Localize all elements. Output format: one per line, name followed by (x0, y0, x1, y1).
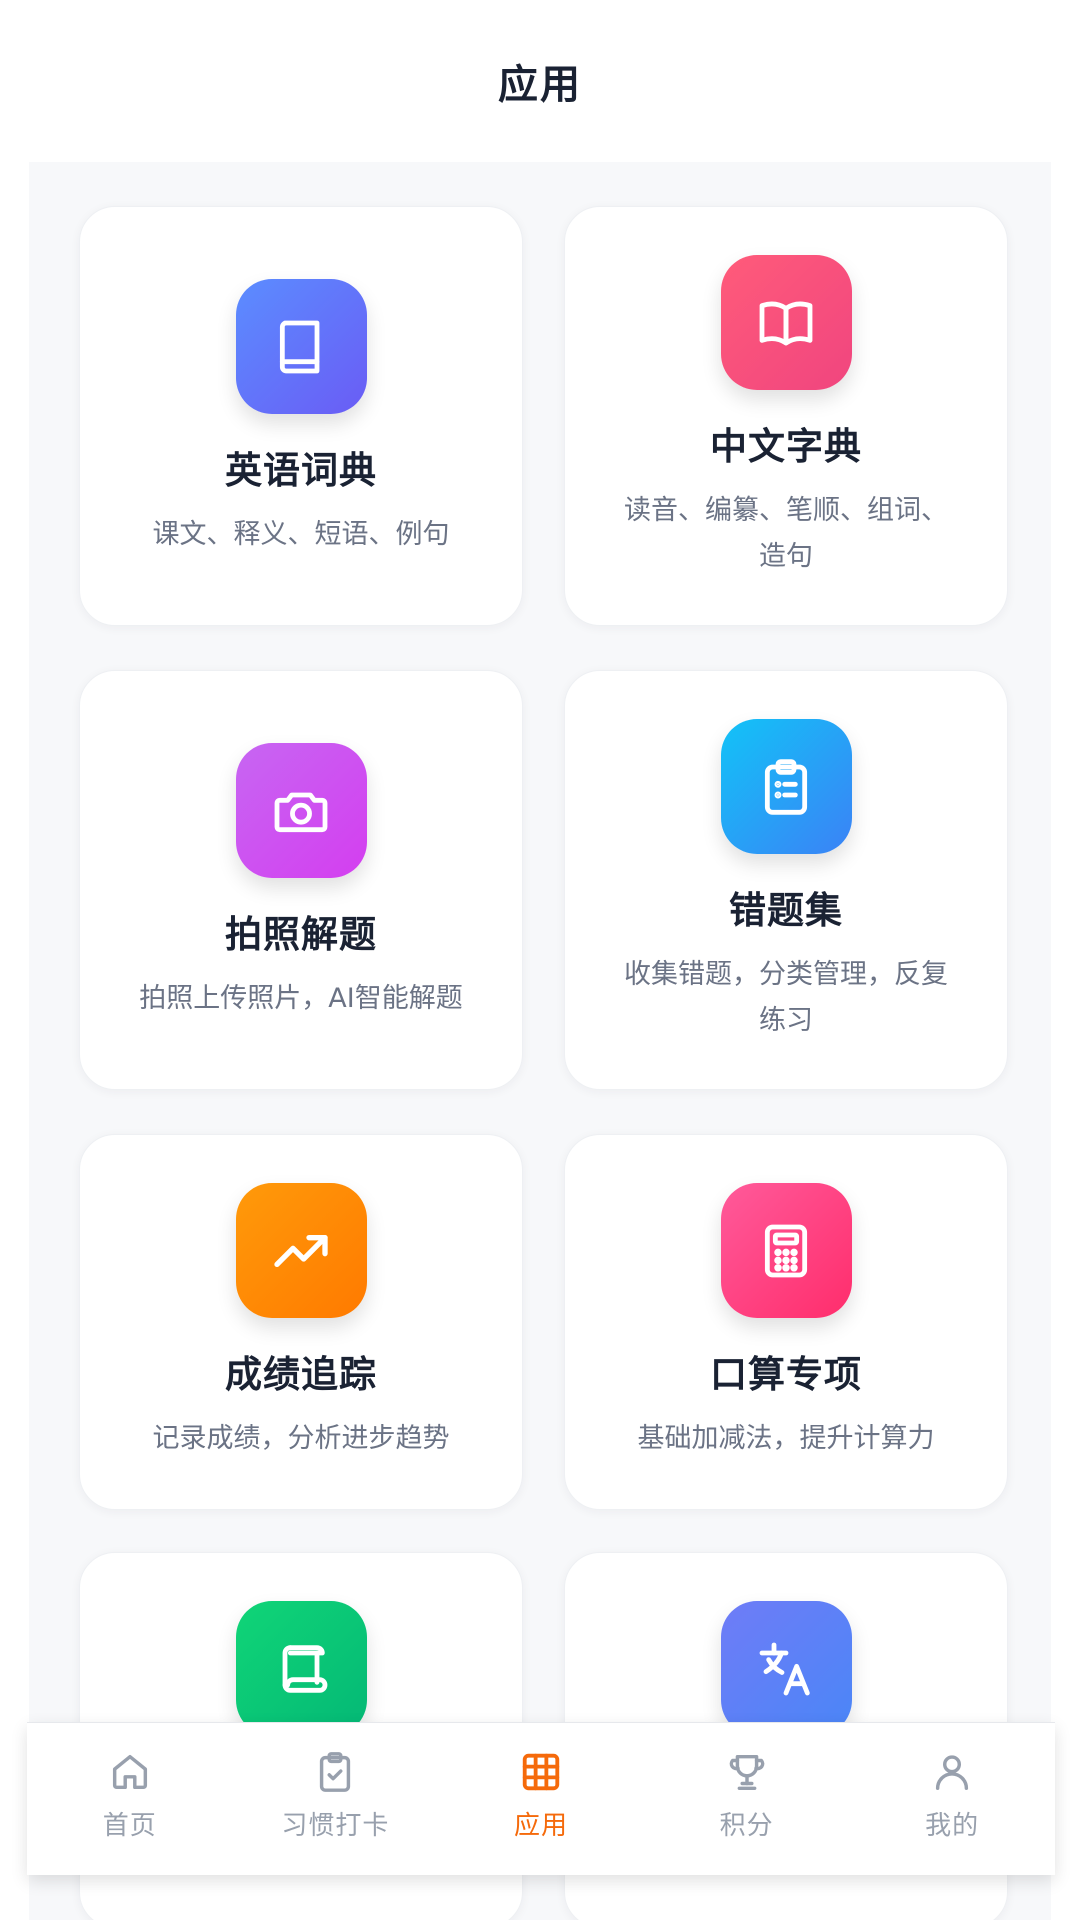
app-page: 应用 英语词典 课文、释义、短语、例句 中文字典 读音、编纂、笔顺、组词、造句 … (0, 0, 1080, 1920)
book-icon (235, 279, 367, 414)
nav-label: 我的 (925, 1811, 980, 1841)
trending-up-icon (235, 1183, 367, 1318)
clipboard-icon (720, 719, 852, 854)
book-open-icon (720, 255, 852, 390)
app-title: 口算专项 (710, 1353, 862, 1396)
app-description: 记录成绩，分析进步趋势 (152, 1423, 450, 1454)
nav-label: 积分 (719, 1811, 774, 1841)
page-title: 应用 (498, 62, 582, 108)
app-card-english-dictionary[interactable]: 英语词典 课文、释义、短语、例句 (79, 206, 523, 626)
app-title: 英语词典 (225, 449, 377, 492)
nav-item-mine[interactable]: 我的 (849, 1723, 1055, 1875)
grid-icon (518, 1749, 564, 1795)
calculator-icon (720, 1183, 852, 1318)
app-title: 错题集 (729, 889, 843, 932)
apps-content: 英语词典 课文、释义、短语、例句 中文字典 读音、编纂、笔顺、组词、造句 拍照解… (29, 162, 1051, 1920)
nav-label: 首页 (102, 1811, 157, 1841)
app-card-photo-solve[interactable]: 拍照解题 拍照上传照片，AI智能解题 (79, 670, 523, 1090)
app-card-mistake-collection[interactable]: 错题集 收集错题，分类管理，反复练习 (564, 670, 1008, 1090)
app-title: 中文字典 (710, 425, 862, 468)
nav-item-home[interactable]: 首页 (27, 1723, 233, 1875)
app-title: 拍照解题 (225, 913, 377, 956)
nav-label: 习惯打卡 (281, 1811, 390, 1841)
nav-item-habit-checkin[interactable]: 习惯打卡 (233, 1723, 439, 1875)
home-icon (107, 1749, 153, 1795)
clipboard-check-icon (312, 1749, 358, 1795)
app-description: 课文、释义、短语、例句 (152, 519, 450, 550)
bottom-nav: 首页 习惯打卡 应用 积分 我的 (27, 1722, 1055, 1875)
app-description: 基础加减法，提升计算力 (637, 1423, 935, 1454)
app-description: 收集错题，分类管理，反复练习 (624, 959, 948, 1036)
page-header: 应用 (0, 0, 1080, 162)
trophy-icon (724, 1749, 770, 1795)
nav-item-apps[interactable]: 应用 (438, 1723, 644, 1875)
app-description: 读音、编纂、笔顺、组词、造句 (624, 495, 948, 572)
app-card-mental-math[interactable]: 口算专项 基础加减法，提升计算力 (564, 1134, 1008, 1510)
user-icon (929, 1749, 975, 1795)
app-title: 成绩追踪 (225, 1353, 377, 1396)
nav-label: 应用 (513, 1811, 568, 1841)
app-description: 拍照上传照片，AI智能解题 (139, 983, 463, 1014)
scroll-icon (235, 1601, 367, 1736)
translate-icon (720, 1601, 852, 1736)
app-card-grade-tracking[interactable]: 成绩追踪 记录成绩，分析进步趋势 (79, 1134, 523, 1510)
app-card-chinese-dictionary[interactable]: 中文字典 读音、编纂、笔顺、组词、造句 (564, 206, 1008, 626)
apps-grid: 英语词典 课文、释义、短语、例句 中文字典 读音、编纂、笔顺、组词、造句 拍照解… (29, 162, 1051, 1920)
nav-item-points[interactable]: 积分 (644, 1723, 850, 1875)
camera-icon (235, 743, 367, 878)
